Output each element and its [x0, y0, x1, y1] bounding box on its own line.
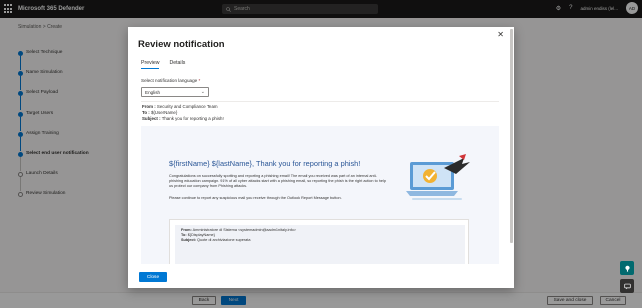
review-notification-dialog: Review notification ✕ Preview Details Se…	[128, 27, 514, 288]
tab-details[interactable]: Details	[169, 60, 185, 68]
to-value: ${UserName}	[150, 110, 178, 116]
meta-subject-line: Subject: Quote di archiviazione superata	[181, 238, 296, 243]
email-header: From : Security and Compliance Team To :…	[142, 104, 224, 123]
feedback-button[interactable]	[620, 279, 634, 293]
language-label-text: Select notification language	[141, 78, 198, 83]
original-email-panel: From: Amministratore di Sistema <systema…	[169, 219, 469, 264]
meta-from-label: From:	[181, 228, 192, 232]
required-marker: *	[198, 78, 201, 83]
feedback-icon	[623, 283, 631, 289]
meta-to-label: To:	[181, 233, 187, 237]
from-value: Security and Compliance Team	[156, 104, 218, 109]
preview-instruction: Please continue to report any suspicious…	[169, 196, 342, 200]
original-email-meta: From: Amministratore di Sistema <systema…	[181, 228, 296, 243]
preview-heading: ${firstName} ${lastName}, Thank you for …	[169, 159, 361, 168]
dialog-tabs: Preview Details	[141, 60, 185, 69]
assistant-icon	[624, 265, 630, 272]
preview-body: Congratulations on successfully spotting…	[169, 174, 386, 189]
language-value: English	[145, 89, 161, 95]
language-dropdown[interactable]: English ⌄	[141, 87, 209, 97]
chevron-down-icon: ⌄	[200, 89, 205, 95]
chat-assist-button[interactable]	[620, 261, 634, 275]
meta-from-value: Amministratore di Sistema <systemadmin@a…	[192, 228, 297, 232]
dialog-scrollbar[interactable]	[510, 29, 513, 243]
subject-value: Thank you for reporting a phish!	[161, 116, 224, 122]
language-label: Select notification language *	[141, 78, 200, 83]
close-icon[interactable]: ✕	[497, 30, 504, 39]
from-label: From :	[142, 104, 156, 109]
meta-subject-label: Subject:	[181, 238, 196, 242]
subject-label: Subject :	[142, 116, 161, 122]
to-label: To :	[142, 110, 150, 116]
email-preview: ${firstName} ${lastName}, Thank you for …	[141, 126, 499, 264]
dialog-title: Review notification	[138, 39, 225, 50]
tab-preview[interactable]: Preview	[141, 60, 160, 69]
subject-line: Subject : Thank you for reporting a phis…	[142, 116, 224, 122]
divider	[141, 101, 499, 102]
close-button[interactable]: Close	[139, 272, 167, 282]
meta-subject-value: Quote di archiviazione superata	[197, 238, 251, 242]
original-email-box: From: Amministratore di Sistema <systema…	[175, 225, 465, 264]
meta-to-value: ${DisplayName}	[187, 233, 215, 237]
laptop-fish-illustration	[406, 154, 470, 200]
